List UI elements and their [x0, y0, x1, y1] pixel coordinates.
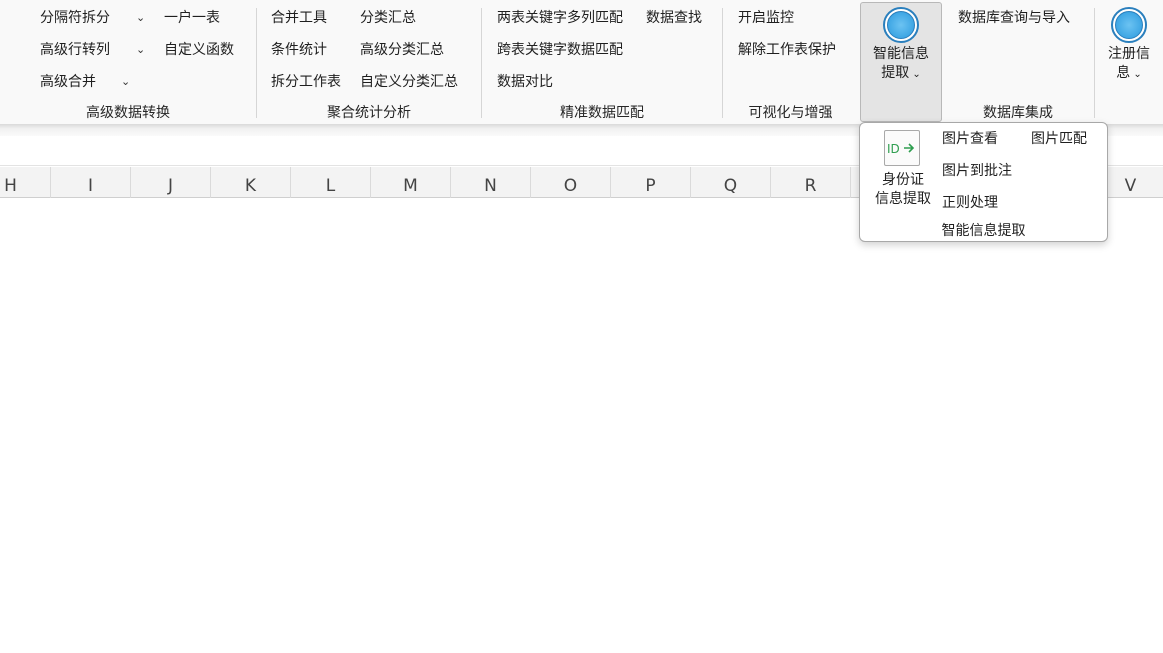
smart-extract-label-line2: 提取 — [881, 65, 910, 81]
column-header[interactable]: P — [611, 167, 691, 198]
id-card-icon: ID — [884, 130, 920, 166]
id-extract-button[interactable]: 身份证 信息提取 — [868, 171, 938, 209]
group-label: 高级数据转换 — [86, 105, 170, 121]
worksheet-grid[interactable] — [0, 198, 1163, 653]
split-by-delimiter-button[interactable]: 分隔符拆分 — [40, 8, 110, 28]
advanced-category-summary-button[interactable]: 高级分类汇总 — [360, 40, 444, 60]
advanced-row-to-column-button[interactable]: 高级行转列 — [40, 40, 110, 60]
column-header[interactable]: K — [211, 167, 291, 198]
group-label: 聚合统计分析 — [327, 105, 411, 121]
ribbon: 分隔符拆分 ⌄ 一户一表 高级行转列 ⌄ 自定义函数 高级合并 ⌄ 高级数据转换… — [0, 0, 1163, 124]
circle-logo-icon — [883, 7, 919, 43]
smart-extract-button[interactable]: 智能信息 提取 ⌄ — [860, 2, 942, 122]
chevron-down-icon: ⌄ — [1130, 69, 1142, 80]
chevron-down-icon: ⌄ — [909, 69, 921, 80]
one-household-one-table-button[interactable]: 一户一表 — [164, 8, 220, 28]
chevron-down-icon[interactable]: ⌄ — [136, 8, 145, 28]
column-header[interactable]: I — [51, 167, 131, 198]
smart-extract-label-line1: 智能信息 — [873, 46, 929, 62]
unprotect-sheet-button[interactable]: 解除工作表保护 — [738, 40, 836, 60]
two-table-keyword-match-button[interactable]: 两表关键字多列匹配 — [497, 8, 623, 28]
circle-logo-icon — [1111, 7, 1147, 43]
data-lookup-button[interactable]: 数据查找 — [646, 8, 702, 28]
column-header[interactable]: M — [371, 167, 451, 198]
dropdown-group-label: 智能信息提取 — [941, 223, 1026, 239]
group-advanced-data-transform: 分隔符拆分 ⌄ 一户一表 高级行转列 ⌄ 自定义函数 高级合并 ⌄ 高级数据转换 — [0, 0, 256, 124]
group-aggregate-stats: 合并工具 分类汇总 条件统计 高级分类汇总 拆分工作表 自定义分类汇总 聚合统计… — [257, 0, 481, 124]
column-header[interactable]: N — [451, 167, 531, 198]
id-extract-label-line2: 信息提取 — [875, 191, 931, 207]
advanced-merge-button[interactable]: 高级合并 — [40, 72, 96, 92]
chevron-down-icon[interactable]: ⌄ — [121, 72, 130, 92]
start-monitoring-button[interactable]: 开启监控 — [738, 8, 794, 28]
column-header[interactable]: J — [131, 167, 211, 198]
column-header[interactable]: Q — [691, 167, 771, 198]
group-precise-matching: 两表关键字多列匹配 数据查找 跨表关键字数据匹配 数据对比 精准数据匹配 — [482, 0, 722, 124]
group-label: 可视化与增强 — [748, 105, 833, 121]
custom-function-button[interactable]: 自定义函数 — [164, 40, 234, 60]
group-database: 智能信息 提取 ⌄ 数据库查询与导入 数据库集成 — [858, 0, 1094, 124]
image-view-button[interactable]: 图片查看 — [942, 129, 998, 149]
svg-text:ID: ID — [887, 142, 900, 156]
group-register: 注册信 息 ⌄ — [1095, 0, 1163, 124]
category-summary-button[interactable]: 分类汇总 — [360, 8, 416, 28]
column-header[interactable]: O — [531, 167, 611, 198]
group-label: 精准数据匹配 — [560, 105, 644, 121]
group-visualization: 开启监控 解除工作表保护 可视化与增强 — [723, 0, 858, 124]
group-label: 数据库集成 — [983, 105, 1053, 121]
column-header[interactable]: H — [0, 167, 51, 198]
database-query-import-button[interactable]: 数据库查询与导入 — [958, 8, 1070, 28]
regex-process-button[interactable]: 正则处理 — [942, 193, 998, 213]
column-header[interactable]: R — [771, 167, 851, 198]
register-label-line2: 息 — [1116, 65, 1131, 81]
smart-extract-dropdown: ID 身份证 信息提取 图片查看 图片匹配 图片到批注 正则处理 智能信息提取 — [859, 122, 1108, 242]
id-extract-label-line1: 身份证 — [882, 172, 924, 188]
cross-table-keyword-match-button[interactable]: 跨表关键字数据匹配 — [497, 40, 623, 60]
image-to-comment-button[interactable]: 图片到批注 — [942, 161, 1012, 181]
merge-tool-button[interactable]: 合并工具 — [271, 8, 327, 28]
chevron-down-icon[interactable]: ⌄ — [136, 40, 145, 60]
column-header[interactable]: L — [291, 167, 371, 198]
split-worksheet-button[interactable]: 拆分工作表 — [271, 72, 341, 92]
conditional-stats-button[interactable]: 条件统计 — [271, 40, 327, 60]
register-label-line1: 注册信 — [1108, 46, 1150, 62]
image-match-button[interactable]: 图片匹配 — [1031, 129, 1087, 149]
data-compare-button[interactable]: 数据对比 — [497, 72, 553, 92]
register-info-button[interactable]: 注册信 息 ⌄ — [1101, 3, 1157, 84]
custom-category-summary-button[interactable]: 自定义分类汇总 — [360, 72, 458, 92]
